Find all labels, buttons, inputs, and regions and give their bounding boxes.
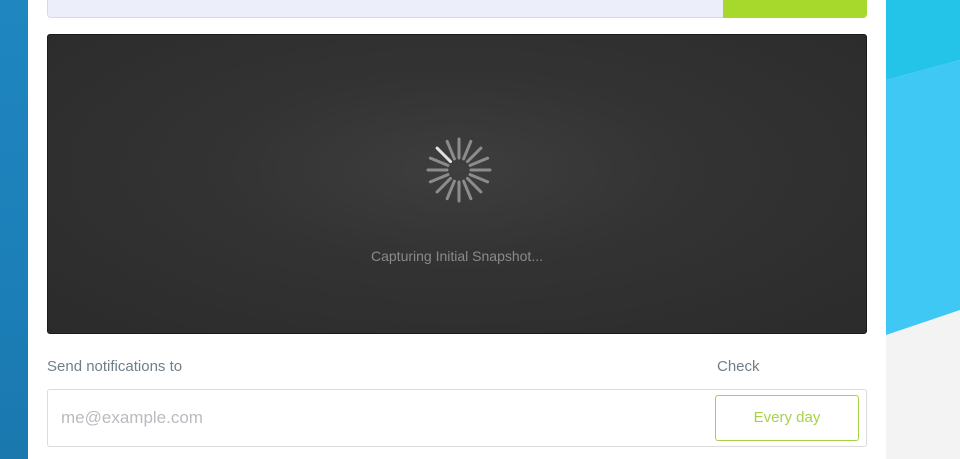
background-left-band	[0, 0, 28, 459]
url-input[interactable]	[47, 0, 725, 18]
spinner-tick	[435, 146, 453, 164]
spinner-tick	[428, 173, 450, 184]
main-card: Capturing Initial Snapshot... Send notif…	[28, 0, 886, 459]
spinner-tick	[445, 179, 456, 201]
frequency-select-button[interactable]: Every day	[715, 395, 859, 441]
spinner-tick	[428, 156, 450, 167]
email-input[interactable]	[49, 391, 689, 445]
spinner-tick	[445, 139, 456, 161]
notification-form: Every day	[47, 389, 867, 447]
submit-url-button[interactable]	[723, 0, 867, 18]
spinner-tick	[465, 146, 483, 164]
loading-spinner-icon	[426, 137, 492, 203]
background-right-band	[886, 0, 960, 459]
spinner-tick	[468, 156, 490, 167]
spinner-tick	[468, 173, 490, 184]
spinner-tick	[465, 176, 483, 194]
spinner-tick	[435, 176, 453, 194]
spinner-tick	[462, 179, 473, 201]
snapshot-preview: Capturing Initial Snapshot...	[47, 34, 867, 334]
spinner-tick	[462, 139, 473, 161]
capture-status-text: Capturing Initial Snapshot...	[371, 248, 543, 264]
notifications-label: Send notifications to	[47, 358, 183, 375]
check-frequency-label: Check	[717, 358, 760, 375]
